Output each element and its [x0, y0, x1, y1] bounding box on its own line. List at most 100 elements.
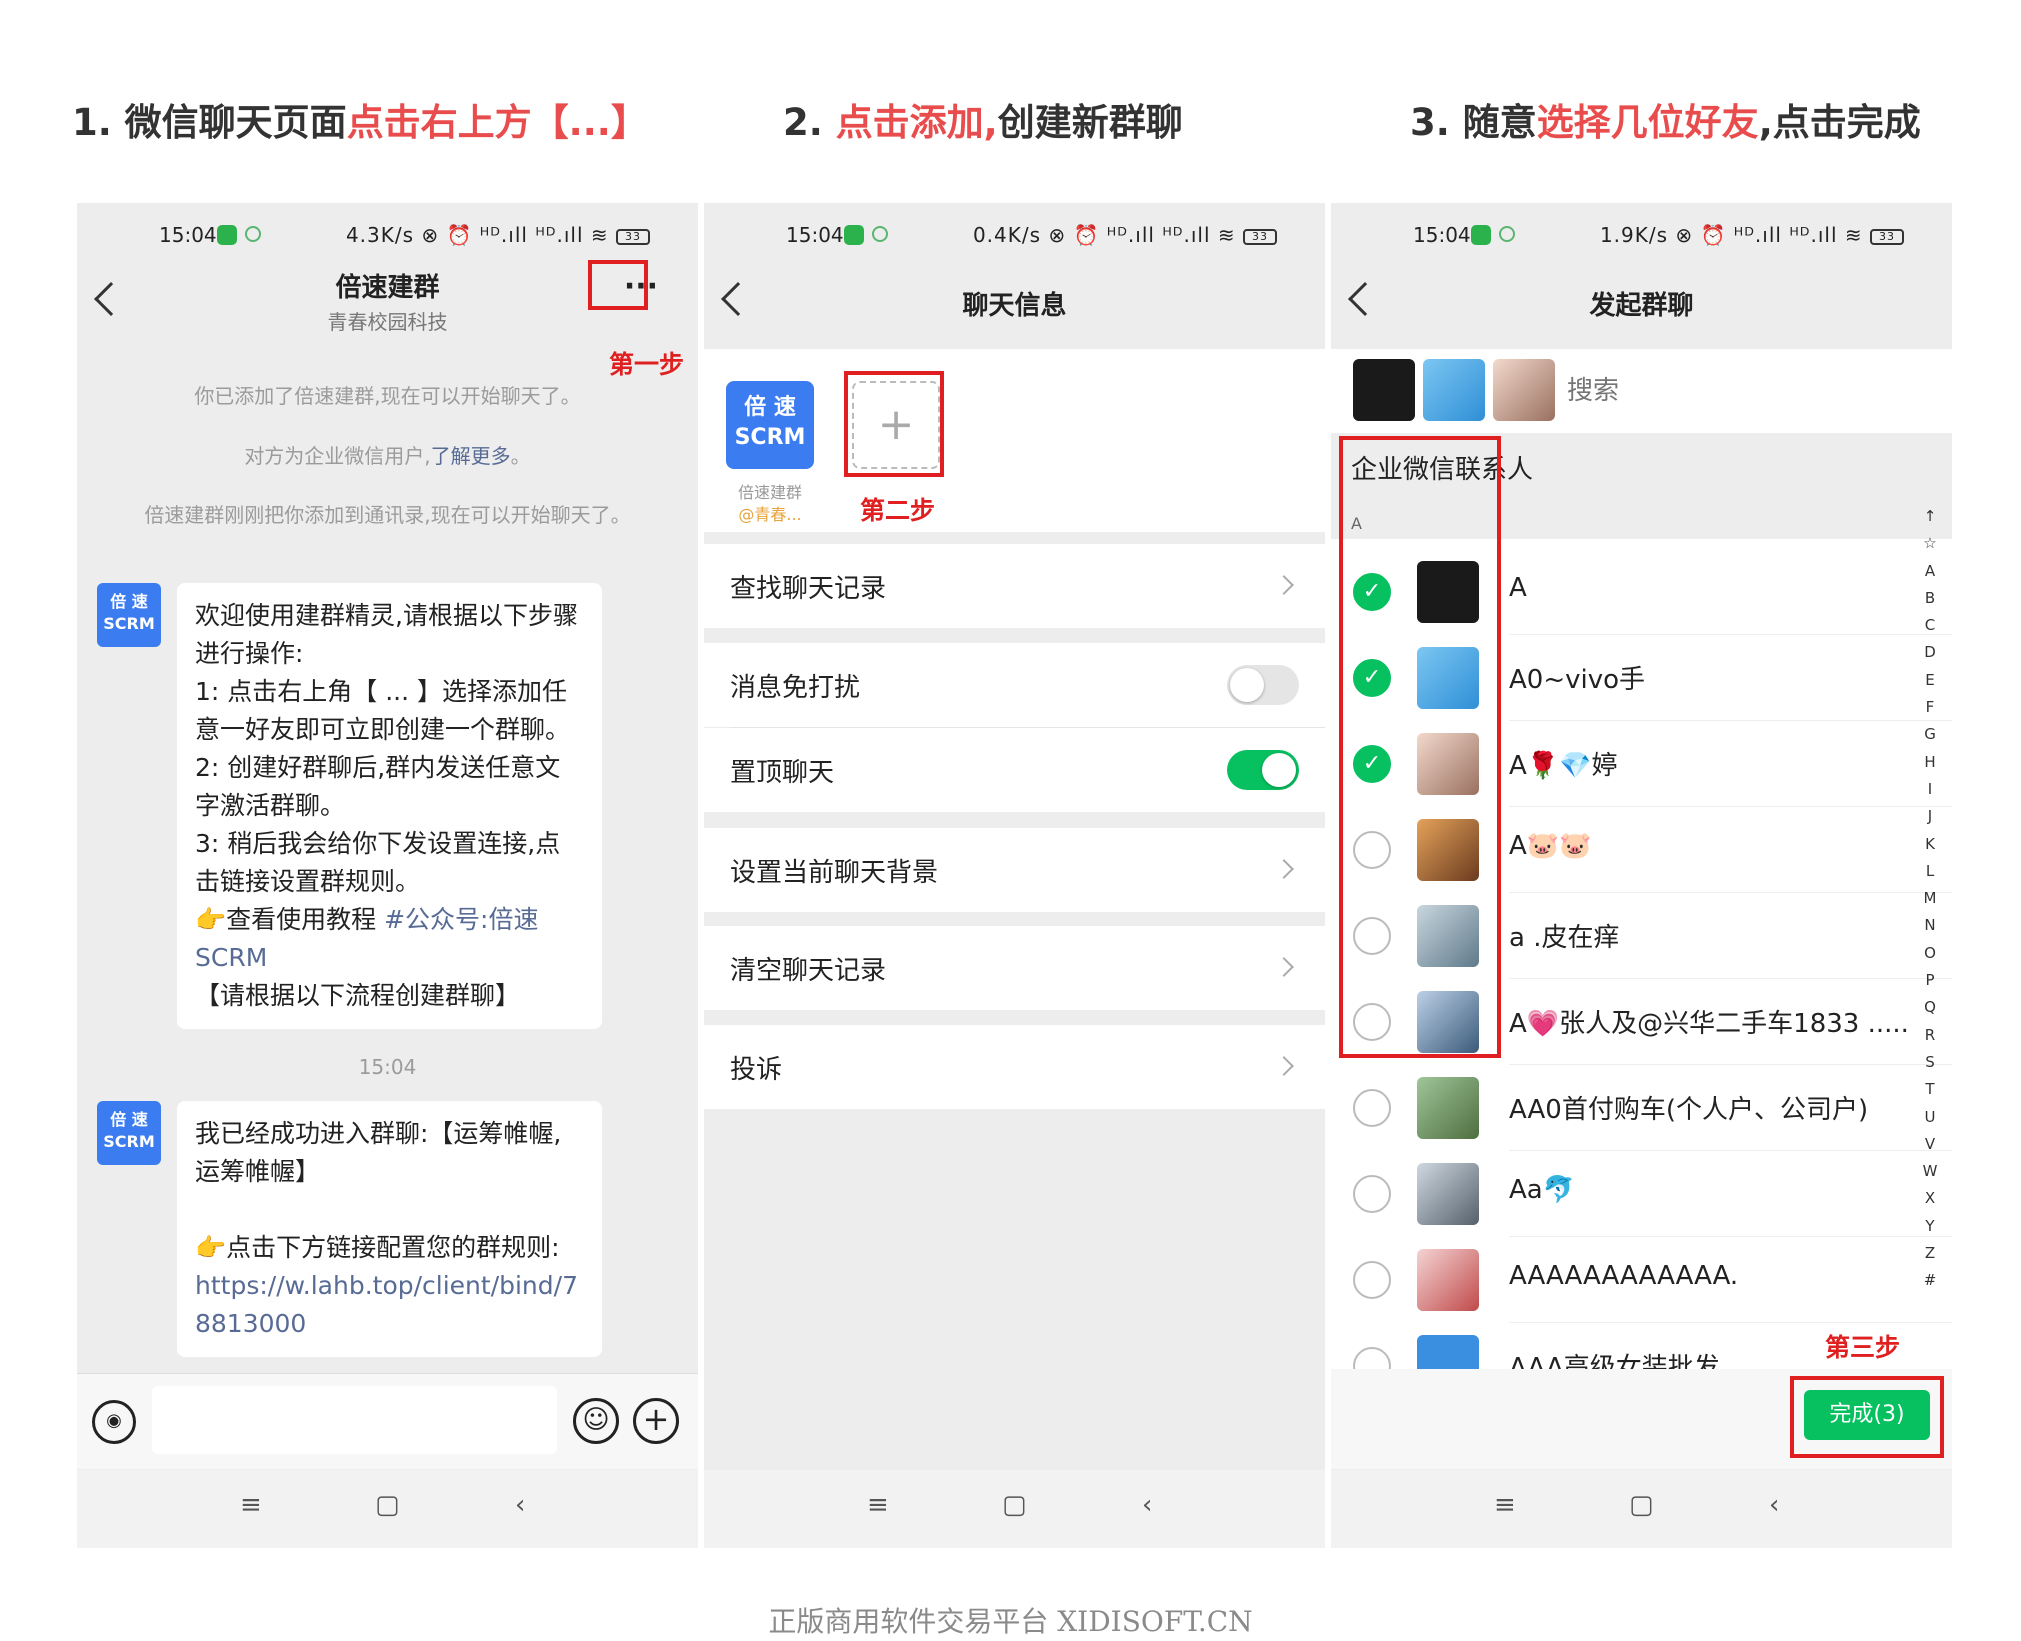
- system-message: 你已添加了倍速建群,现在可以开始聊天了。: [194, 384, 581, 408]
- menu-key-icon[interactable]: ≡: [240, 1490, 262, 1520]
- search-input[interactable]: [1567, 363, 1827, 419]
- system-nav-bar: ≡ ▢ ‹: [77, 1470, 698, 1548]
- search-history-item[interactable]: 查找聊天记录: [704, 544, 1325, 628]
- alphabet-letter[interactable]: ↑: [1920, 503, 1940, 530]
- step2-mark: 第二步: [860, 496, 936, 525]
- status-indicators: 0.4K/s ⊗ ⏰ ᴴᴰ.ıll ᴴᴰ.ıll ≋ 33: [973, 223, 1277, 247]
- alphabet-letter[interactable]: D: [1920, 639, 1940, 666]
- info-title: 聊天信息: [962, 291, 1067, 321]
- alphabet-letter[interactable]: V: [1920, 1131, 1940, 1158]
- back-key-icon[interactable]: ‹: [1769, 1490, 1779, 1520]
- battery-icon: 33: [1243, 228, 1277, 245]
- alphabet-letter[interactable]: C: [1920, 612, 1940, 639]
- status-time: 15:04: [159, 223, 217, 247]
- status-time: 15:04: [1413, 223, 1471, 247]
- alphabet-letter[interactable]: G: [1920, 721, 1940, 748]
- contact-row[interactable]: AA0首付购车(个人户、公司户): [1331, 1065, 1952, 1151]
- step2-heading: 2. 点击添加,创建新群聊: [783, 101, 1183, 144]
- alphabet-letter[interactable]: O: [1920, 940, 1940, 967]
- unchecked-circle-icon[interactable]: [1353, 1175, 1391, 1213]
- contact-name: AA0首付购车(个人户、公司户): [1509, 1095, 1869, 1125]
- contact-name: A🌹💎婷: [1509, 751, 1618, 781]
- config-link[interactable]: https://w.lahb.top/client/bind/78813000: [195, 1267, 584, 1343]
- contact-row[interactable]: AAAAAAAAAAAA.: [1331, 1237, 1952, 1323]
- message-bubble: 我已经成功进入群聊:【运筹帷幄,运筹帷幄】 👉点击下方链接配置您的群规则: ht…: [177, 1101, 602, 1357]
- contact-avatar: [1417, 1163, 1479, 1225]
- alphabet-letter[interactable]: #: [1920, 1267, 1940, 1294]
- scrm-avatar[interactable]: 倍 速 SCRM: [97, 1101, 161, 1165]
- alphabet-letter[interactable]: ☆: [1920, 530, 1940, 557]
- alphabet-letter[interactable]: H: [1920, 749, 1940, 776]
- alphabet-letter[interactable]: L: [1920, 858, 1940, 885]
- time-separator: 15:04: [358, 1055, 417, 1079]
- home-key-icon[interactable]: ▢: [375, 1490, 400, 1520]
- alphabet-letter[interactable]: R: [1920, 1022, 1940, 1049]
- selected-avatar[interactable]: [1423, 359, 1485, 421]
- learn-more-link[interactable]: 了解更多: [431, 444, 511, 468]
- back-key-icon[interactable]: ‹: [1142, 1490, 1152, 1520]
- system-message: 对方为企业微信用户,了解更多。: [244, 444, 531, 468]
- message-input[interactable]: [152, 1386, 557, 1454]
- alphabet-letter[interactable]: T: [1920, 1076, 1940, 1103]
- contact-avatar: [1417, 1077, 1479, 1139]
- alphabet-letter[interactable]: A: [1920, 558, 1940, 585]
- alphabet-letter[interactable]: Y: [1920, 1213, 1940, 1240]
- member-name: 倍速建群: [737, 483, 802, 502]
- member-avatar[interactable]: 倍 速 SCRM: [726, 381, 814, 469]
- mute-toggle[interactable]: [1227, 665, 1299, 705]
- step3-mark: 第三步: [1825, 1333, 1901, 1362]
- plus-icon[interactable]: +: [633, 1398, 679, 1444]
- alphabet-letter[interactable]: N: [1920, 912, 1940, 939]
- clear-history-item[interactable]: 清空聊天记录: [704, 926, 1325, 1010]
- back-key-icon[interactable]: ‹: [515, 1490, 525, 1520]
- chevron-right-icon: [1274, 1056, 1294, 1076]
- group-navbar: 发起群聊: [1331, 259, 1952, 349]
- contact-row[interactable]: Aa🐬: [1331, 1151, 1952, 1237]
- alphabet-letter[interactable]: F: [1920, 694, 1940, 721]
- pin-toggle[interactable]: [1227, 750, 1299, 790]
- home-key-icon[interactable]: ▢: [1002, 1490, 1027, 1520]
- menu-key-icon[interactable]: ≡: [1494, 1490, 1516, 1520]
- voice-icon[interactable]: ◉: [92, 1400, 136, 1444]
- chevron-right-icon: [1274, 575, 1294, 595]
- group-title: 发起群聊: [1589, 291, 1694, 321]
- alphabet-letter[interactable]: S: [1920, 1049, 1940, 1076]
- alphabet-letter[interactable]: X: [1920, 1185, 1940, 1212]
- selected-avatar[interactable]: [1353, 359, 1415, 421]
- chat-screen: 15:04 4.3K/s ⊗ ⏰ ᴴᴰ.ıll ᴴᴰ.ıll ≋ 33 倍速建群…: [77, 203, 698, 1548]
- alphabet-letter[interactable]: Z: [1920, 1240, 1940, 1267]
- contact-name: A🐷🐷: [1509, 831, 1592, 861]
- unchecked-circle-icon[interactable]: [1353, 1089, 1391, 1127]
- message-bubble: 欢迎使用建群精灵,请根据以下步骤进行操作: 1: 点击右上角【 ... 】选择添…: [177, 583, 602, 1029]
- alphabet-letter[interactable]: I: [1920, 776, 1940, 803]
- alphabet-letter[interactable]: W: [1920, 1158, 1940, 1185]
- contact-name: a .皮在痒: [1509, 923, 1620, 953]
- system-message: 倍速建群刚刚把你添加到通讯录,现在可以开始聊天了。: [144, 503, 631, 527]
- selected-avatar[interactable]: [1493, 359, 1555, 421]
- menu-key-icon[interactable]: ≡: [867, 1490, 889, 1520]
- alphabet-letter[interactable]: K: [1920, 831, 1940, 858]
- mute-item: 消息免打扰: [704, 643, 1325, 727]
- report-item[interactable]: 投诉: [704, 1025, 1325, 1109]
- alphabet-letter[interactable]: J: [1920, 803, 1940, 830]
- emoji-icon[interactable]: ☺: [573, 1398, 619, 1444]
- contact-name: Aa🐬: [1509, 1175, 1576, 1205]
- alphabet-letter[interactable]: Q: [1920, 994, 1940, 1021]
- alphabet-letter[interactable]: M: [1920, 885, 1940, 912]
- status-time: 15:04: [786, 223, 844, 247]
- chevron-right-icon: [1274, 859, 1294, 879]
- alphabet-letter[interactable]: E: [1920, 667, 1940, 694]
- chat-background-item[interactable]: 设置当前聊天背景: [704, 828, 1325, 912]
- alphabet-letter[interactable]: P: [1920, 967, 1940, 994]
- step3-heading: 3. 随意选择几位好友,点击完成: [1410, 101, 1921, 144]
- alphabet-index[interactable]: ↑ ☆ A B C D E F G H I J K L M N O P Q R S T U V W X Y Z #: [1920, 503, 1940, 1295]
- alphabet-letter[interactable]: B: [1920, 585, 1940, 612]
- unchecked-circle-icon[interactable]: [1353, 1261, 1391, 1299]
- home-key-icon[interactable]: ▢: [1629, 1490, 1654, 1520]
- step3-done-highlight: [1790, 1376, 1944, 1458]
- scrm-avatar[interactable]: 倍 速 SCRM: [97, 583, 161, 647]
- chat-info-screen: 15:04 0.4K/s ⊗ ⏰ ᴴᴰ.ıll ᴴᴰ.ıll ≋ 33 聊天信息…: [704, 203, 1325, 1548]
- status-bar: 15:04 4.3K/s ⊗ ⏰ ᴴᴰ.ıll ᴴᴰ.ıll ≋ 33: [77, 217, 698, 257]
- alphabet-letter[interactable]: U: [1920, 1104, 1940, 1131]
- system-nav-bar: ≡ ▢ ‹: [1331, 1470, 1952, 1548]
